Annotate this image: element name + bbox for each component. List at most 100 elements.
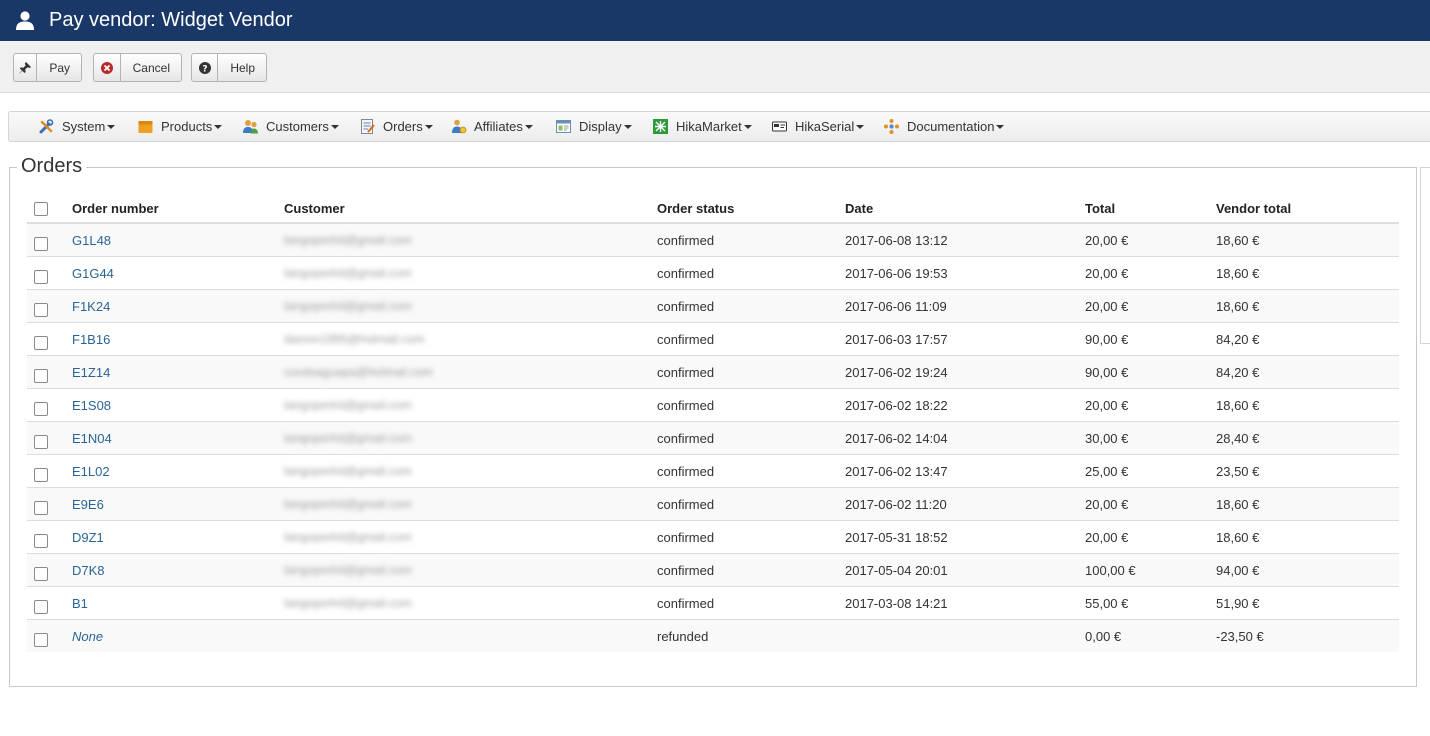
- order-number-cell: G1L48: [72, 224, 111, 256]
- row-checkbox[interactable]: [34, 600, 48, 614]
- toolbar: Pay Cancel ? Help: [0, 41, 1430, 93]
- column-order-number[interactable]: Order number: [72, 192, 159, 222]
- menu-documentation[interactable]: Documentation: [883, 112, 1005, 141]
- order-number-link[interactable]: None: [72, 629, 103, 644]
- order-number-link[interactable]: D9Z1: [72, 530, 104, 545]
- order-status-cell: confirmed: [657, 463, 715, 479]
- vendor-total-cell: 84,20 €: [1216, 364, 1260, 380]
- row-checkbox[interactable]: [34, 270, 48, 284]
- order-number-link[interactable]: F1K24: [72, 299, 110, 314]
- vendor-total-cell: 18,60 €: [1216, 529, 1260, 545]
- row-checkbox[interactable]: [34, 534, 48, 548]
- menu-customers[interactable]: Customers: [242, 112, 339, 141]
- vendor-total-cell: 18,60 €: [1216, 265, 1260, 281]
- order-status-cell: confirmed: [657, 232, 715, 248]
- row-select-cell: [27, 422, 67, 454]
- order-number-link[interactable]: G1G44: [72, 266, 114, 281]
- column-customer[interactable]: Customer: [284, 192, 345, 222]
- row-select-cell: [27, 257, 67, 289]
- order-number-link[interactable]: E9E6: [72, 497, 104, 512]
- customer-email: coralsaguapa@hotmail.com: [284, 365, 433, 379]
- order-status-cell: confirmed: [657, 265, 715, 281]
- order-total-cell: 90,00 €: [1085, 331, 1129, 347]
- chevron-down-icon: [214, 124, 223, 129]
- help-icon: ?: [192, 54, 219, 81]
- menu-orders[interactable]: Orders: [359, 112, 433, 141]
- customer-cell: tangoperlrd@gmail.com: [284, 389, 412, 421]
- order-status-cell: confirmed: [657, 595, 715, 611]
- customer-email: tangoperlrd@gmail.com: [284, 530, 412, 544]
- order-number-cell: D9Z1: [72, 521, 104, 553]
- menu-orders-label: Orders: [383, 119, 423, 134]
- hikaserial-icon: [772, 121, 787, 132]
- order-number-link[interactable]: E1L02: [72, 464, 110, 479]
- order-number-link[interactable]: F1B16: [72, 332, 110, 347]
- vendor-total-cell: 18,60 €: [1216, 232, 1260, 248]
- column-date[interactable]: Date: [845, 192, 873, 222]
- customer-email: tangoperlrd@gmail.com: [284, 299, 412, 313]
- menu-customers-label: Customers: [266, 119, 329, 134]
- menu-hikaserial-label: HikaSerial: [795, 119, 855, 134]
- customer-cell: coralsaguapa@hotmail.com: [284, 356, 433, 388]
- customer-cell: tangoperlrd@gmail.com: [284, 290, 412, 322]
- customer-cell: tangoperlrd@gmail.com: [284, 422, 412, 454]
- order-number-link[interactable]: E1S08: [72, 398, 111, 413]
- vendor-total-cell: 94,00 €: [1216, 562, 1260, 578]
- order-number-link[interactable]: E1N04: [72, 431, 112, 446]
- order-number-link[interactable]: G1L48: [72, 233, 111, 248]
- table-row: D9Z1 tangoperlrd@gmail.com confirmed 2017-0…: [27, 520, 1399, 553]
- order-status-cell: confirmed: [657, 496, 715, 512]
- row-checkbox[interactable]: [34, 435, 48, 449]
- menu-display[interactable]: Display: [555, 112, 632, 141]
- row-checkbox[interactable]: [34, 468, 48, 482]
- cancel-button[interactable]: Cancel: [93, 53, 182, 82]
- row-checkbox[interactable]: [34, 402, 48, 416]
- customers-icon: [243, 120, 258, 134]
- menu-products-label: Products: [161, 119, 213, 134]
- order-number-link[interactable]: E1Z14: [72, 365, 110, 380]
- tools-icon: [39, 119, 54, 134]
- select-all-checkbox[interactable]: [34, 202, 48, 216]
- order-number-cell: E1Z14: [72, 356, 110, 388]
- vendor-total-cell: 23,50 €: [1216, 463, 1260, 479]
- menu-hikaserial[interactable]: HikaSerial: [771, 112, 865, 141]
- vendor-total-cell: 18,60 €: [1216, 496, 1260, 512]
- row-select-cell: [27, 323, 67, 355]
- order-number-cell: F1K24: [72, 290, 110, 322]
- row-checkbox[interactable]: [34, 237, 48, 251]
- row-select-cell: [27, 356, 67, 388]
- order-date-cell: 2017-06-02 11:20: [845, 496, 947, 512]
- chevron-down-icon: [424, 124, 433, 129]
- cancel-button-label: Cancel: [132, 60, 170, 75]
- order-status-cell: confirmed: [657, 364, 715, 380]
- row-checkbox[interactable]: [34, 336, 48, 350]
- pay-button-label: Pay: [49, 60, 70, 75]
- column-order-status[interactable]: Order status: [657, 192, 734, 222]
- order-number-cell: E1S08: [72, 389, 111, 421]
- column-vendor-total[interactable]: Vendor total: [1216, 192, 1291, 222]
- row-checkbox[interactable]: [34, 303, 48, 317]
- order-number-link[interactable]: B1: [72, 596, 88, 611]
- pin-icon: [14, 54, 38, 81]
- customer-email: tangoperlrd@gmail.com: [284, 563, 412, 577]
- column-total[interactable]: Total: [1085, 192, 1115, 222]
- menu-products[interactable]: Products: [137, 112, 223, 141]
- order-total-cell: 25,00 €: [1085, 463, 1129, 479]
- menu-affiliates[interactable]: Affiliates: [450, 112, 533, 141]
- order-date-cell: 2017-06-02 19:24: [845, 364, 948, 380]
- help-button[interactable]: ? Help: [191, 53, 267, 82]
- menu-system[interactable]: System: [38, 112, 116, 141]
- table-row: G1G44 tangoperlrd@gmail.com confirmed 2017-…: [27, 256, 1399, 289]
- menu-documentation-label: Documentation: [907, 119, 995, 134]
- row-checkbox[interactable]: [34, 501, 48, 515]
- row-checkbox[interactable]: [34, 633, 48, 647]
- order-date-cell: 2017-06-06 11:09: [845, 298, 947, 314]
- customer-email: tangoperlrd@gmail.com: [284, 398, 412, 412]
- order-total-cell: 20,00 €: [1085, 265, 1129, 281]
- order-total-cell: 100,00 €: [1085, 562, 1136, 578]
- row-checkbox[interactable]: [34, 369, 48, 383]
- pay-button[interactable]: Pay: [13, 53, 82, 82]
- menu-hikamarket[interactable]: HikaMarket: [652, 112, 752, 141]
- order-number-link[interactable]: D7K8: [72, 563, 105, 578]
- row-checkbox[interactable]: [34, 567, 48, 581]
